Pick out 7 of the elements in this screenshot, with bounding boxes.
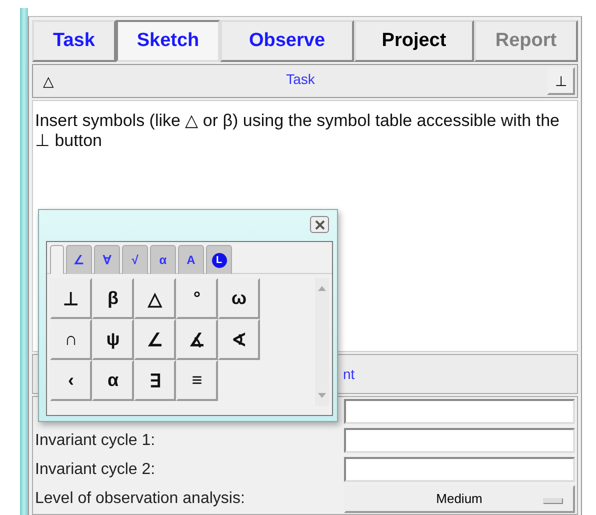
task-text: Insert symbols (like △ or β) using the symbol table accessible with the ⊥ button — [35, 111, 560, 150]
field-label: Invariant cycle 1: — [35, 432, 156, 448]
field-label: Level of observation analysis: — [35, 490, 245, 506]
section-title: nt — [343, 366, 355, 382]
field-label: Invariant cycle 2: — [35, 460, 156, 478]
header-symbol: △ — [43, 73, 54, 89]
header-title: Task — [285, 71, 316, 87]
